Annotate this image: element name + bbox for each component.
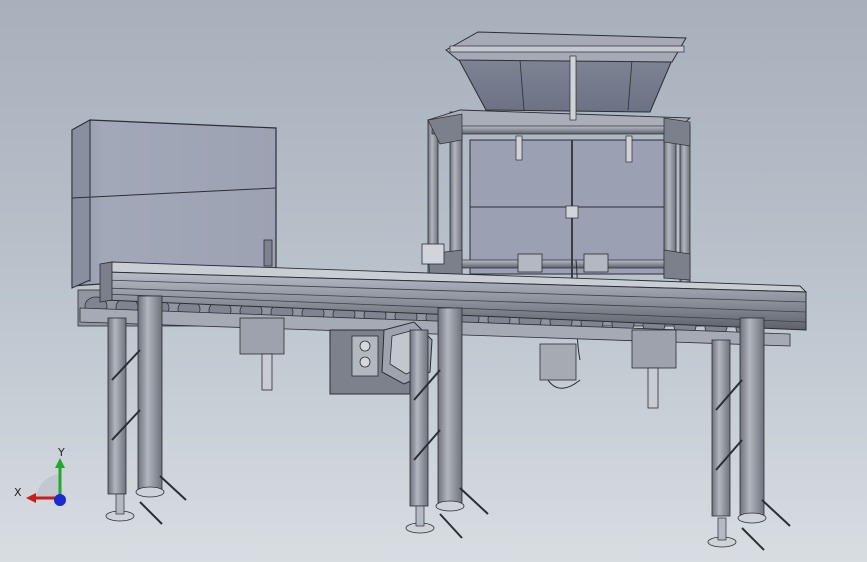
cad-model-drawing: X Y — [14, 31, 808, 551]
cad-viewport[interactable]: X Y — [0, 0, 867, 562]
z-axis-marker — [54, 494, 66, 506]
left-enclosure-box — [71, 119, 277, 289]
axis-triad: X Y — [14, 446, 66, 506]
y-axis-arrowhead — [55, 458, 65, 468]
y-axis-label: Y — [57, 446, 65, 459]
x-axis-arrowhead — [26, 493, 36, 503]
x-axis-label: X — [14, 486, 22, 499]
